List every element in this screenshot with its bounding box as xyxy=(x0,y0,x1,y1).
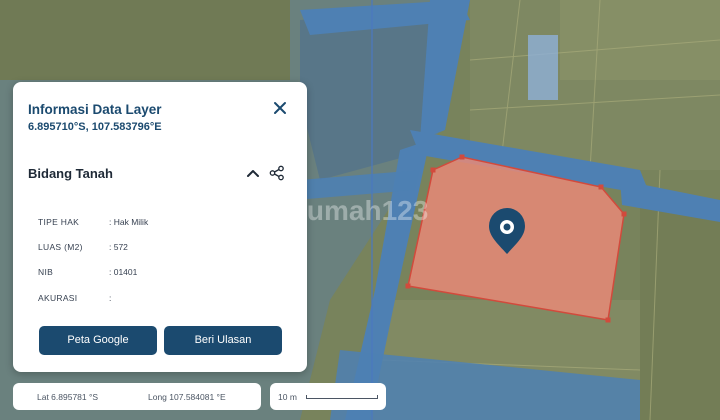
attribute-row: TIPE HAK : Hak Milik xyxy=(38,217,288,229)
scale-bar: 10 m xyxy=(270,383,386,410)
longitude-readout: Long 107.584081 °E xyxy=(148,392,226,402)
attribute-key: TIPE HAK xyxy=(38,217,80,227)
share-button[interactable] xyxy=(269,165,285,181)
panel-coordinates: 6.895710°S, 107.583796°E xyxy=(28,121,162,133)
collapse-button[interactable] xyxy=(246,166,260,180)
info-panel: Informasi Data Layer 6.895710°S, 107.583… xyxy=(13,82,307,372)
attribute-value: : Hak Milik xyxy=(109,217,149,227)
panel-title: Informasi Data Layer xyxy=(28,102,162,117)
scale-label: 10 m xyxy=(278,392,297,402)
section-title: Bidang Tanah xyxy=(28,166,113,181)
close-button[interactable] xyxy=(271,99,289,117)
scale-line xyxy=(306,395,378,399)
watermark: rumah123 xyxy=(296,195,428,226)
close-icon xyxy=(274,102,286,114)
attribute-value: : xyxy=(109,293,112,303)
share-icon xyxy=(269,165,284,181)
google-map-button[interactable]: Peta Google xyxy=(39,326,157,355)
latitude-readout: Lat 6.895781 °S xyxy=(37,392,99,402)
attribute-key: LUAS (M2) xyxy=(38,242,83,252)
attribute-key: AKURASI xyxy=(38,293,78,303)
attribute-row: LUAS (M2) : 572 xyxy=(38,242,288,254)
attribute-value: : 01401 xyxy=(109,267,138,277)
review-button[interactable]: Beri Ulasan xyxy=(164,326,282,355)
attribute-key: NIB xyxy=(38,267,54,277)
attribute-row: AKURASI : xyxy=(38,293,288,305)
attribute-value: : 572 xyxy=(109,242,128,252)
coordinate-bar: Lat 6.895781 °S Long 107.584081 °E xyxy=(13,383,261,410)
chevron-up-icon xyxy=(247,170,259,177)
attribute-row: NIB : 01401 xyxy=(38,267,288,279)
